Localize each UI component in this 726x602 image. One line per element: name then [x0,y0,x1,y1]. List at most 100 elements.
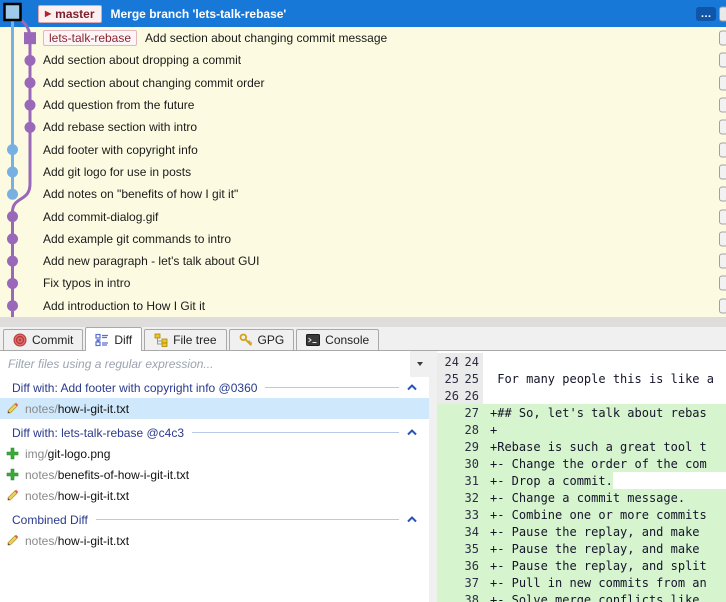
file-tree-icon [154,333,168,347]
commit-message: Add rebase section with intro [43,120,198,135]
commit-message: Add new paragraph - let's talk about GUI [43,254,260,269]
commit-row[interactable]: Add question from the future [0,94,726,116]
new-line-number: 30 [464,456,479,471]
row-overflow-button[interactable] [719,6,726,21]
new-line-number: 33 [464,507,479,522]
new-line-number: 28 [464,422,479,437]
diff-line-text [483,353,490,370]
line-number-gutter: 34 [437,523,483,540]
commit-row[interactable]: Fix typos in intro [0,272,726,294]
line-number-gutter: 32 [437,489,483,506]
diff-section-header[interactable]: Diff with: Add footer with copyright inf… [0,377,429,398]
commit-row[interactable]: Add rebase section with intro [0,116,726,138]
commit-message: Add example git commands to intro [43,231,232,246]
commit-row[interactable]: Add commit-dialog.gif [0,205,726,227]
diff-section-header[interactable]: Diff with: lets-talk-rebase @c4c3 [0,422,429,443]
new-line-number: 26 [464,388,479,403]
row-overflow-button[interactable] [719,231,726,247]
row-overflow-button[interactable] [719,52,726,68]
diff-section-title: Combined Diff [12,512,88,527]
file-filter-input[interactable] [0,351,410,377]
new-line-number: 27 [464,405,479,420]
collapse-chevron-icon[interactable] [407,515,417,524]
row-overflow-button[interactable] [719,186,726,202]
vertical-splitter[interactable] [429,351,437,602]
row-overflow-button[interactable] [719,97,726,113]
row-overflow-button[interactable] [719,253,726,269]
diff-line-text: +- Change a commit message. [490,490,686,505]
horizontal-splitter[interactable] [0,317,726,327]
section-rule [265,387,399,388]
new-line-number: 32 [464,490,479,505]
commit-message: Add section about changing commit order [43,75,265,90]
diff-line: 35 +- Pause the replay, and make [437,540,726,557]
diff-line: 29 +Rebase is such a great tool t [437,438,726,455]
tab-gpg[interactable]: GPG [228,329,295,350]
tab-label: Console [325,333,370,347]
added-plus-icon [6,447,19,460]
row-overflow-button[interactable] [719,119,726,135]
commit-message: Add question from the future [43,98,195,113]
commit-row[interactable]: Add new paragraph - let's talk about GUI [0,250,726,272]
file-directory: img/ [25,446,48,461]
diff-line: 30 +- Change the order of the com [437,455,726,472]
commit-row[interactable]: Add notes on "benefits of how I git it" [0,183,726,205]
diff-line-text: +- Pause the replay, and split [490,558,707,573]
collapse-chevron-icon[interactable] [407,383,417,392]
diff-section-header[interactable]: Combined Diff [0,509,429,530]
line-number-gutter: 35 [437,540,483,557]
modified-pencil-icon [7,534,19,546]
tab-file-tree[interactable]: File tree [144,329,227,350]
file-row[interactable]: img/git-logo.png [0,443,429,464]
new-line-number: 37 [464,575,479,590]
row-overflow-button[interactable] [719,209,726,225]
diff-text-view[interactable]: 24 24 25 25 For many people this is like a2… [437,351,726,602]
new-line-number: 31 [464,473,479,488]
line-number-gutter: 31 [437,472,483,489]
row-overflow-button[interactable] [719,164,726,180]
commit-row[interactable]: Add example git commands to intro [0,228,726,250]
collapse-chevron-icon[interactable] [407,428,417,437]
row-overflow-button[interactable] [719,298,726,314]
tab-label: Commit [32,333,74,347]
diff-line: 26 26 [437,387,726,404]
new-line-number: 34 [464,524,479,539]
new-line-number: 36 [464,558,479,573]
commit-message: Add introduction to How I Git it [43,298,206,313]
line-number-gutter: 37 [437,574,483,591]
tab-console[interactable]: Console [296,329,380,350]
file-row[interactable]: notes/benefits-of-how-i-git-it.txt [0,464,429,485]
row-overflow-button[interactable] [719,275,726,291]
row-overflow-button[interactable] [719,30,726,46]
file-directory: notes/ [25,488,58,503]
chevron-down-icon [416,362,423,366]
commit-more-button[interactable]: … [696,6,716,21]
line-number-gutter: 28 [437,421,483,438]
commit-list: lets-talk-rebase Add section about changi… [0,27,726,317]
diff-line: 28 + [437,421,726,438]
commit-row-selected[interactable]: ▶ master Merge branch 'lets-talk-rebase' … [0,0,726,27]
tab-commit[interactable]: Commit [3,329,84,350]
line-number-gutter: 25 25 [437,370,483,387]
filter-dropdown-button[interactable] [410,351,429,377]
new-line-number: 35 [464,541,479,556]
file-row[interactable]: notes/how-i-git-it.txt [0,485,429,506]
filter-row [0,351,429,377]
commit-row[interactable]: Add section about dropping a commit [0,49,726,71]
file-row[interactable]: notes/how-i-git-it.txt [0,398,429,419]
branch-badge-master[interactable]: ▶ master [38,4,102,23]
commit-row[interactable]: Add git logo for use in posts [0,161,726,183]
key-icon [239,333,252,346]
commit-row[interactable]: lets-talk-rebase Add section about changi… [0,27,726,49]
diff-line-text: +- Pause the replay, and make [490,524,707,539]
commit-row[interactable]: Add footer with copyright info [0,138,726,160]
added-plus-icon [6,468,19,481]
tab-diff[interactable]: Diff [85,327,143,351]
commit-row[interactable]: Add section about changing commit order [0,72,726,94]
row-overflow-button[interactable] [719,142,726,158]
file-path: notes/how-i-git-it.txt [25,489,129,503]
commit-row[interactable]: Add introduction to How I Git it [0,295,726,317]
file-row[interactable]: notes/how-i-git-it.txt [0,530,429,551]
row-overflow-button[interactable] [719,75,726,91]
diff-line-text: + [490,422,498,437]
